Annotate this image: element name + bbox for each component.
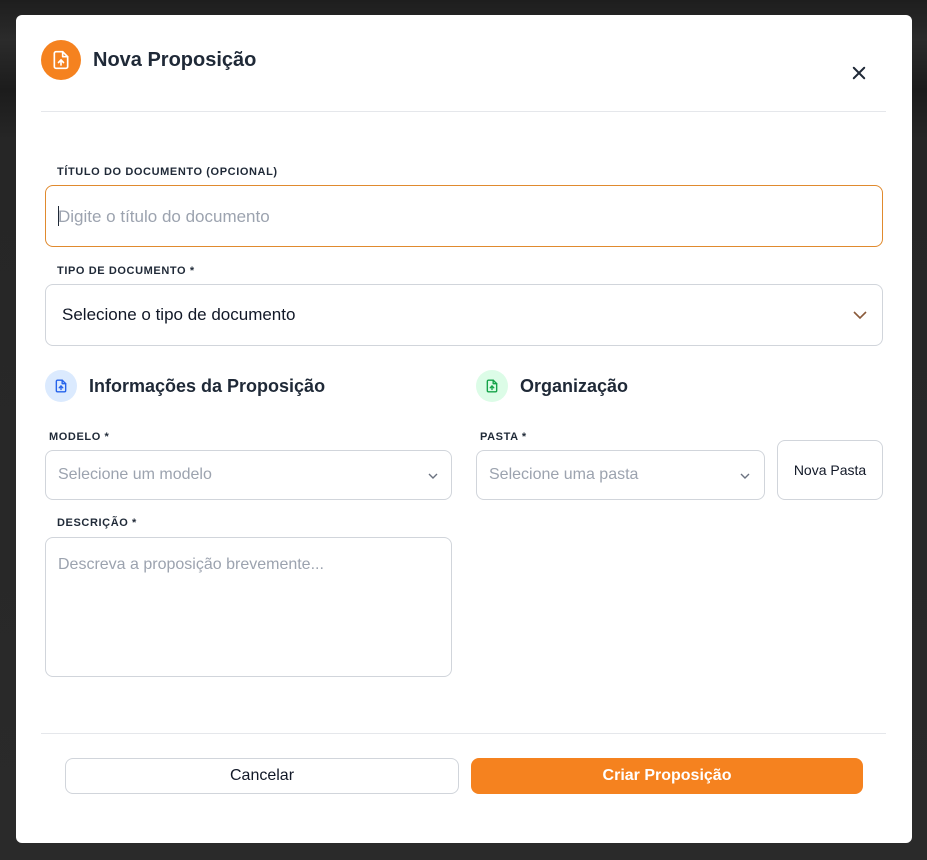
cancel-button[interactable]: Cancelar [65,758,459,794]
model-select-value: Selecione um modelo [58,466,212,483]
chevron-down-icon [740,473,750,479]
new-folder-button[interactable]: Nova Pasta [777,440,883,500]
new-proposition-dialog: Nova Proposição TÍTULO DO DOCUMENTO (OPC… [16,15,912,843]
folder-select-value: Selecione uma pasta [489,466,639,483]
file-text-icon [45,370,77,402]
description-textarea[interactable]: Descreva a proposição brevemente... [45,537,452,677]
document-type-label: TIPO DE DOCUMENTO * [57,265,195,277]
dialog-title: Nova Proposição [93,49,257,71]
title-field-label: TÍTULO DO DOCUMENTO (OPCIONAL) [57,166,278,178]
document-type-value: Selecione o tipo de documento [62,305,296,324]
file-upload-icon [41,40,81,80]
close-icon[interactable] [846,60,872,86]
dialog-header: Nova Proposição [41,40,886,112]
document-title-placeholder: Digite o título do documento [58,207,270,226]
model-label: MODELO * [49,431,110,443]
folder-select[interactable]: Selecione uma pasta [476,450,765,500]
organization-section-title: Organização [520,376,629,396]
description-placeholder: Descreva a proposição brevemente... [58,556,324,573]
info-section-title: Informações da Proposição [89,376,326,396]
document-title-input[interactable]: Digite o título do documento [45,185,883,247]
chevron-down-icon [853,311,867,320]
file-plus-icon [476,370,508,402]
chevron-down-icon [428,473,438,479]
description-label: DESCRIÇÃO * [57,517,137,529]
document-type-select[interactable]: Selecione o tipo de documento [45,284,883,346]
footer-divider [41,733,886,734]
model-select[interactable]: Selecione um modelo [45,450,452,500]
create-proposition-button[interactable]: Criar Proposição [471,758,863,794]
folder-label: PASTA * [480,431,527,443]
